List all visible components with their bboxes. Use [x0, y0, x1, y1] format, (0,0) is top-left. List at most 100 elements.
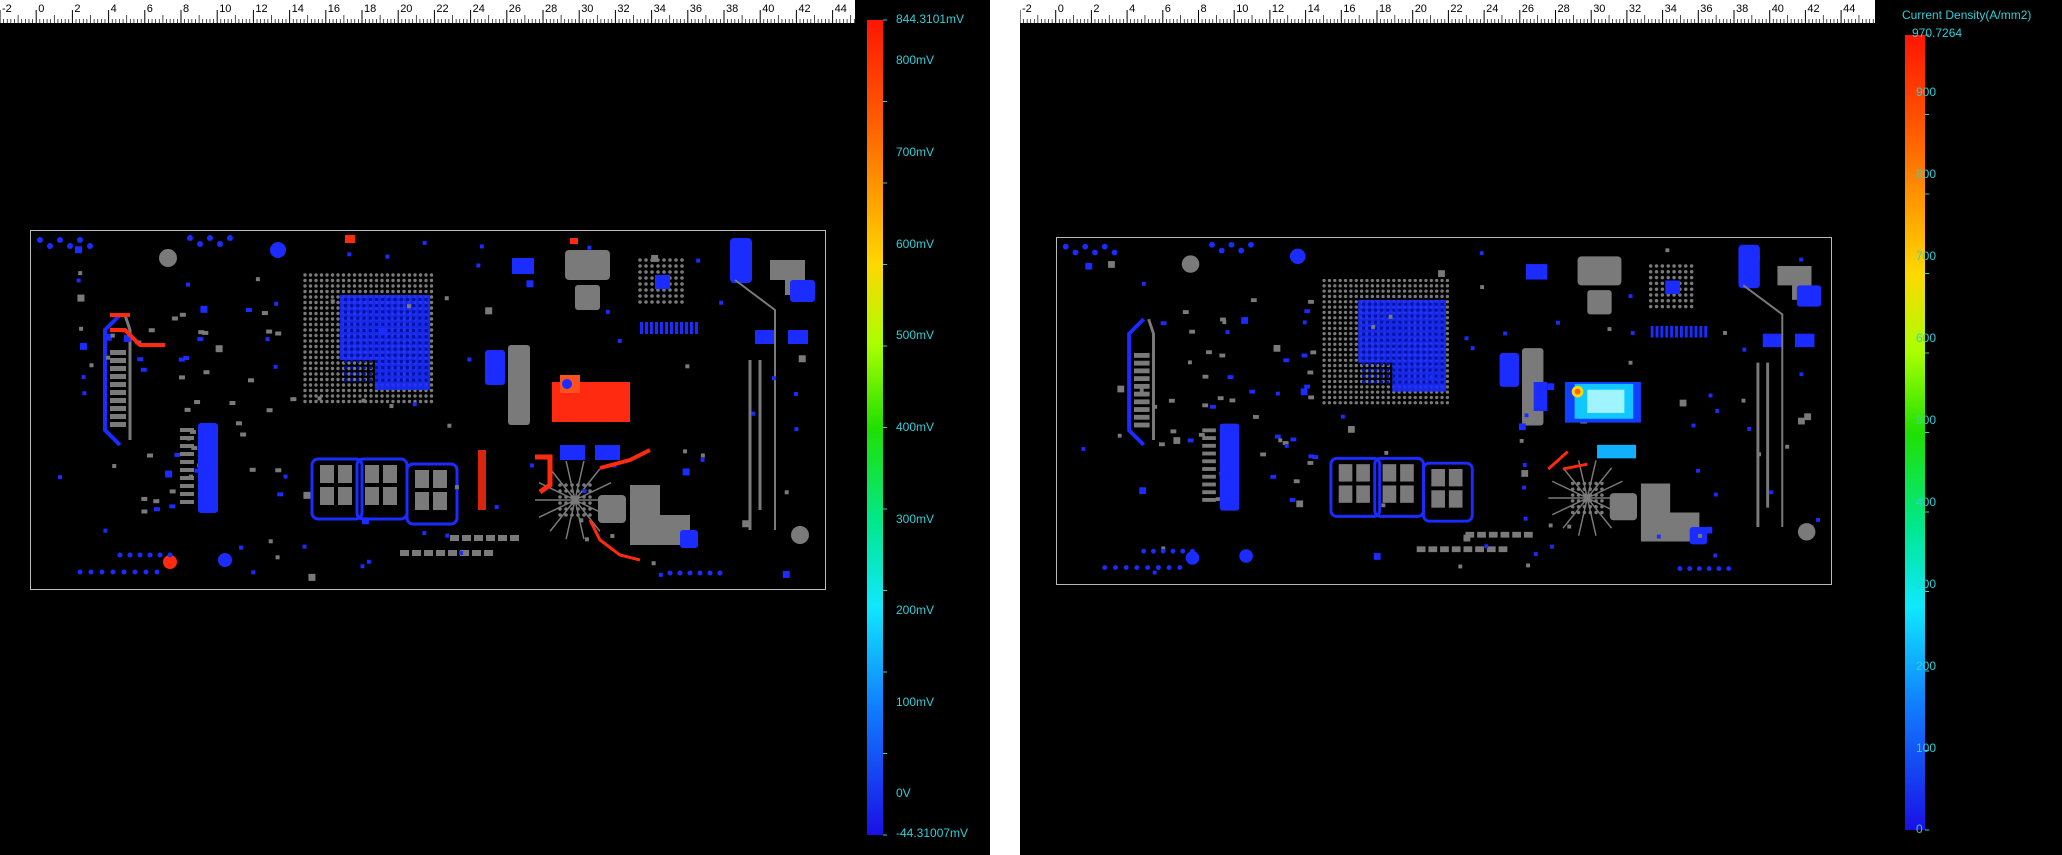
passive-component: [1202, 374, 1209, 379]
plane-via: [344, 347, 347, 351]
passive-component: [141, 509, 148, 514]
plane-via: [1422, 332, 1426, 336]
resistor: [1463, 546, 1473, 553]
bga-ball: [1327, 278, 1332, 283]
bga-ball: [314, 333, 318, 338]
bga-ball: [1322, 321, 1326, 325]
bga-ball: [1343, 385, 1348, 389]
plane-via: [375, 347, 378, 351]
power-plane: [340, 295, 430, 390]
plane-via: [1440, 374, 1444, 378]
ruler-tick-label: 44: [1843, 3, 1855, 15]
via: [1300, 388, 1308, 396]
resistor: [1498, 546, 1508, 553]
via: [1218, 471, 1223, 476]
hot-region: [1597, 444, 1637, 459]
plane-via: [399, 366, 403, 370]
bga-ball: [1397, 284, 1401, 288]
pcb-board-view[interactable]: [30, 230, 826, 590]
colorbar-tick-label: 600mV: [896, 237, 935, 251]
plane-via: [368, 298, 372, 301]
plane-via: [375, 322, 378, 326]
bga-ball: [308, 361, 313, 365]
signal-trace: [538, 499, 576, 519]
bga-ball: [1333, 379, 1337, 384]
plane-via: [1368, 374, 1372, 378]
ic-pin: [1594, 493, 1598, 497]
pcb-board-view[interactable]: [1056, 237, 1832, 585]
bga-ball: [1386, 294, 1391, 299]
via: [700, 457, 705, 462]
bga-ball: [303, 322, 307, 327]
plane-via: [418, 329, 422, 332]
bga-ball: [314, 399, 318, 404]
bga-ball: [1349, 332, 1353, 336]
via: [422, 531, 427, 536]
via: [610, 534, 615, 539]
passive-component: [1307, 461, 1314, 465]
bga-ball: [1333, 385, 1337, 389]
via: [412, 402, 417, 407]
ruler-tick-label: 0: [38, 3, 44, 15]
via: [1484, 544, 1489, 549]
plane-via: [1380, 350, 1384, 354]
bga-ball: [319, 350, 324, 354]
via: [1480, 285, 1485, 290]
bga-ball: [308, 355, 313, 360]
ic-package: [1577, 256, 1622, 286]
bga-ball: [336, 344, 340, 349]
plane-via: [1362, 356, 1366, 360]
bga-ball: [429, 394, 434, 398]
bga-ball: [341, 278, 346, 283]
via: [1691, 423, 1696, 428]
plane-via: [387, 360, 391, 363]
component-pin: [180, 492, 194, 496]
plane-via: [1386, 350, 1390, 354]
bga-ball: [325, 366, 329, 371]
bga-ball: [668, 294, 672, 298]
bga-ball: [1343, 294, 1348, 299]
ruler-tick-label: 34: [1665, 3, 1677, 15]
connector-pin: [110, 358, 126, 363]
via: [1503, 331, 1508, 336]
bga-ball: [358, 289, 362, 294]
bga-ball: [391, 399, 395, 404]
bga-ball: [1370, 401, 1375, 405]
bga-ball: [336, 361, 340, 365]
plane-via: [350, 322, 354, 326]
bga-ball: [1338, 278, 1342, 283]
plane-via: [424, 316, 428, 320]
plane-via: [375, 341, 378, 345]
ic-package: [575, 285, 600, 310]
plane-via: [368, 310, 372, 314]
plane-via: [375, 316, 378, 320]
bga-ball: [330, 295, 335, 299]
connector-pin: [665, 322, 668, 334]
bga-ball: [325, 388, 329, 393]
resistor: [486, 535, 495, 541]
bga-ball: [341, 383, 346, 387]
plane-via: [1410, 374, 1414, 378]
plane-via: [1374, 374, 1378, 378]
bga-ball: [1327, 300, 1332, 304]
bga-ball: [1338, 395, 1342, 400]
bga-ball: [319, 355, 324, 360]
plane-via: [1434, 350, 1438, 354]
via: [1756, 255, 1761, 260]
bga-ball: [429, 383, 434, 387]
bga-ball: [1338, 300, 1342, 304]
bga-ball: [1354, 363, 1358, 368]
plane-via: [1374, 338, 1378, 342]
plane-via: [1392, 368, 1396, 372]
bga-ball: [1429, 401, 1433, 405]
bga-ball: [418, 284, 423, 288]
hot-pad: [570, 238, 578, 244]
bga-ball: [1424, 401, 1428, 405]
connector-pin: [1704, 325, 1708, 338]
bga-ball: [1327, 390, 1332, 394]
colorbar-gradient: [867, 20, 883, 835]
bga-ball: [1322, 294, 1326, 299]
bga-ball: [1666, 264, 1670, 268]
passive-component: [174, 452, 181, 457]
via: [794, 391, 799, 396]
